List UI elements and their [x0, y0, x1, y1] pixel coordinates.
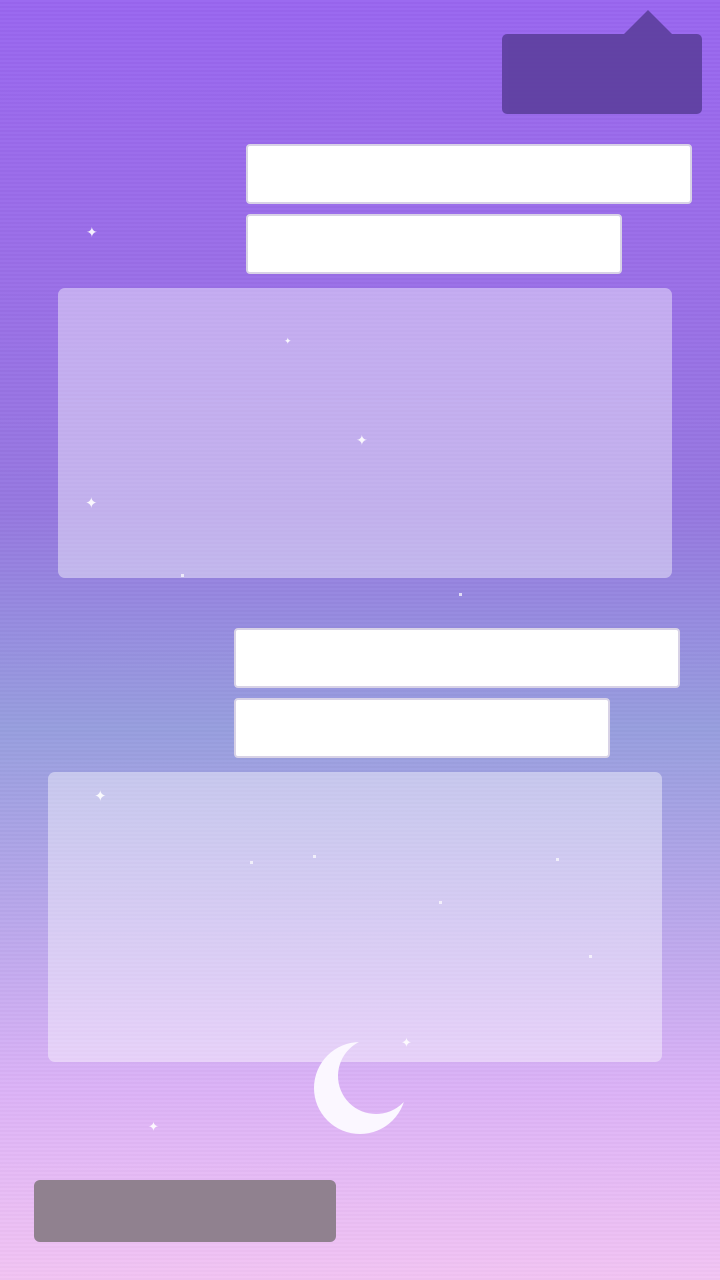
app-screen: ✦ ✦ ✦ ✦ ✦ ✦ ✦: [0, 0, 720, 1280]
text-field-1[interactable]: [246, 144, 692, 204]
content-panel-1: [58, 288, 672, 578]
content-panel-2: [48, 772, 662, 1062]
bottom-action-button[interactable]: [34, 1180, 336, 1242]
crescent-moon-icon: [312, 1038, 404, 1136]
star-dot: [459, 593, 462, 596]
sparkle-star-icon: ✦: [86, 225, 98, 241]
text-field-2[interactable]: [246, 214, 622, 274]
text-field-4[interactable]: [234, 698, 610, 758]
text-field-3[interactable]: [234, 628, 680, 688]
sparkle-star-icon: ✦: [148, 1120, 159, 1135]
tooltip-bubble: [502, 10, 702, 114]
